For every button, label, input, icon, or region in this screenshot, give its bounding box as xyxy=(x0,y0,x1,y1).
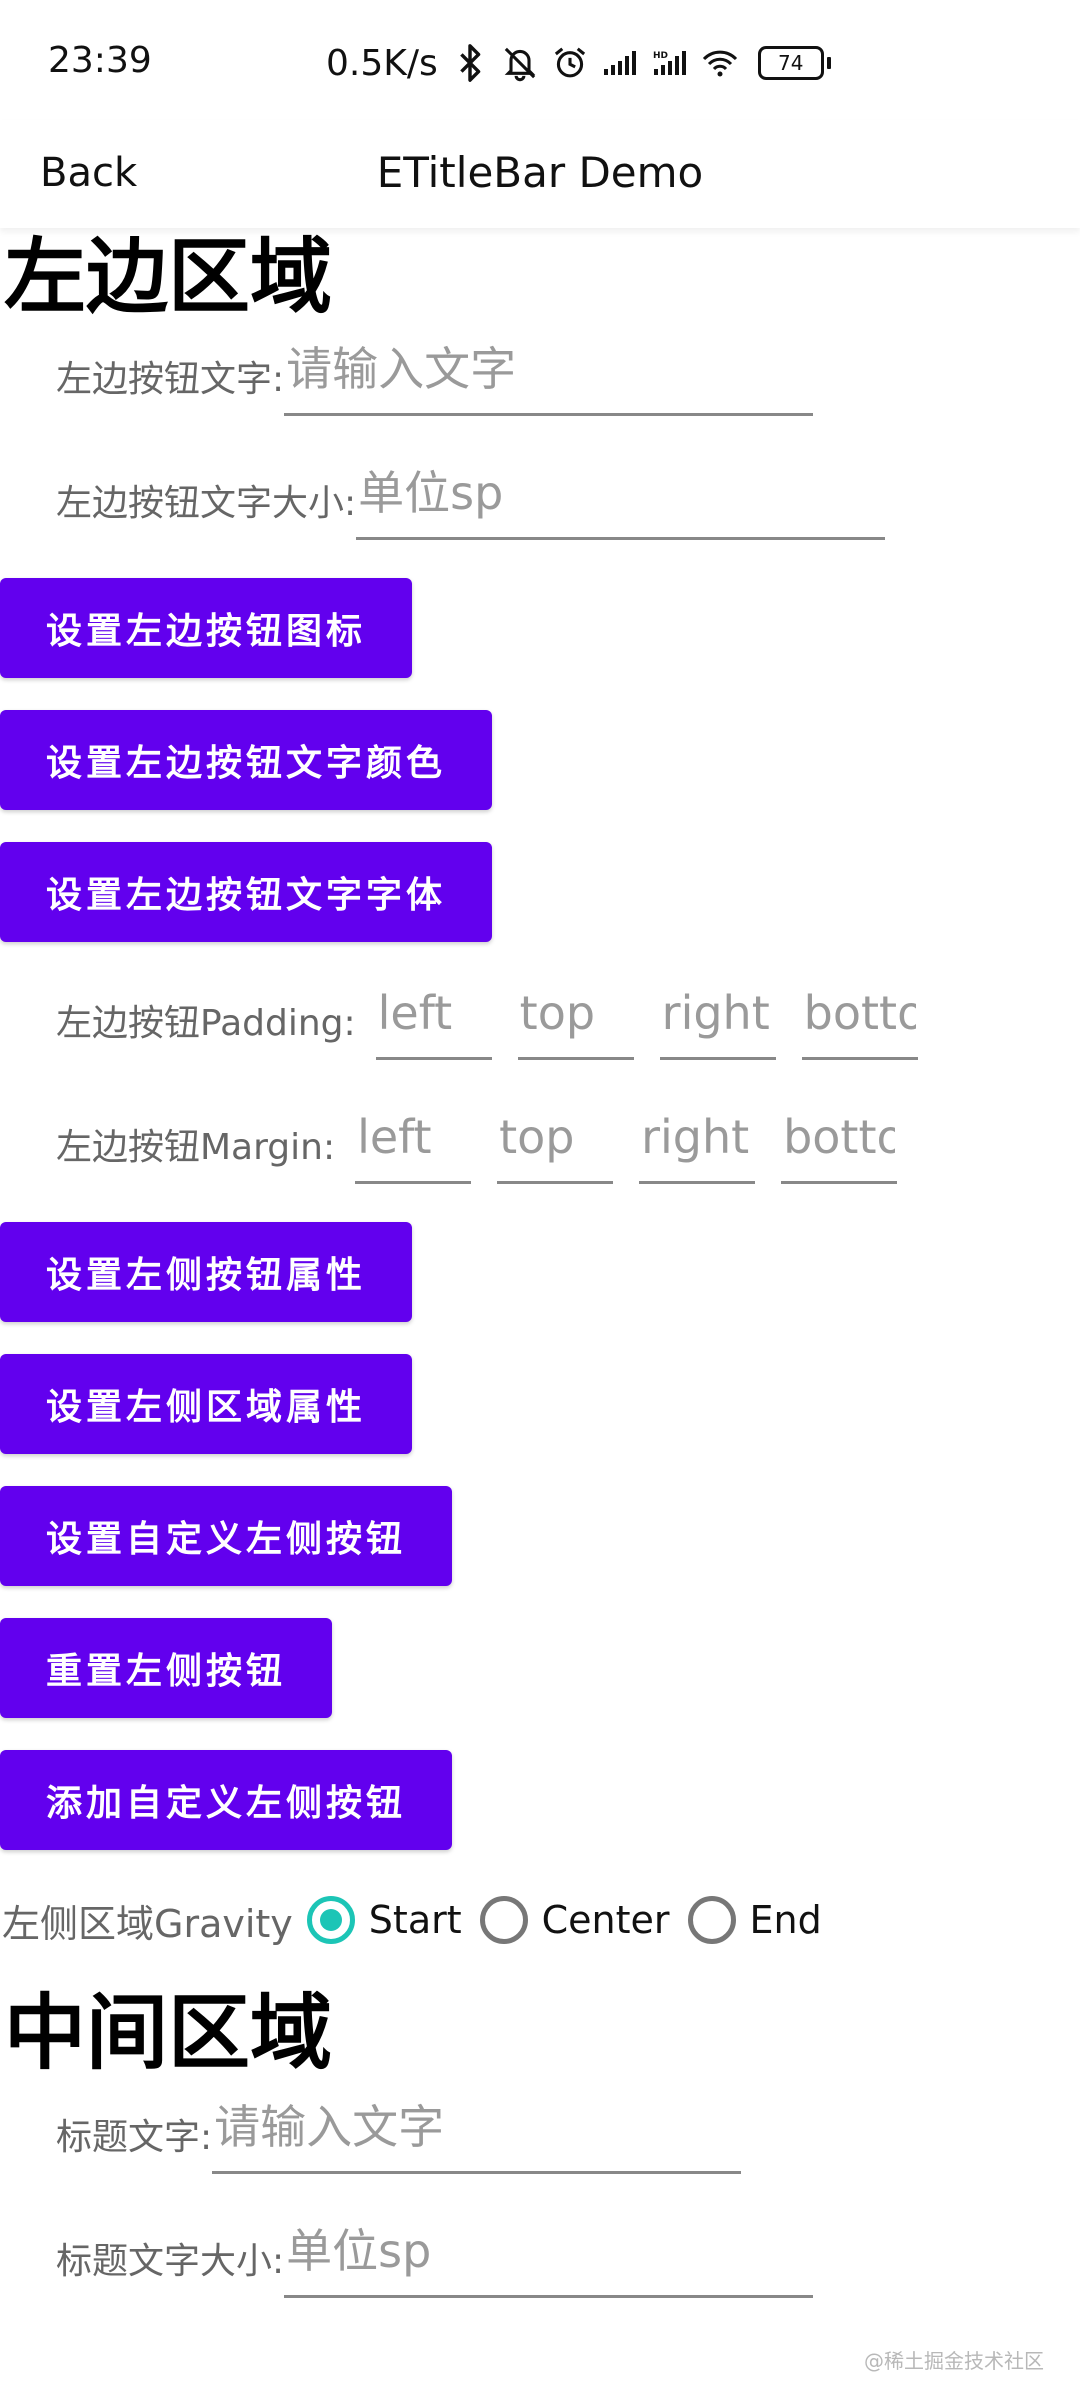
set-left-button-props-button[interactable]: 设置左侧按钮属性 xyxy=(0,1222,413,1322)
hd-signal-icon: HD xyxy=(652,43,688,83)
title-text-size-row: 标题文字大小: xyxy=(0,2182,1080,2306)
left-button-margin-label: 左边按钮Margin: xyxy=(56,1127,336,1168)
padding-right-input[interactable] xyxy=(659,979,776,1060)
left-button-text-size-input[interactable] xyxy=(356,459,886,540)
padding-bottom-input[interactable] xyxy=(801,979,918,1060)
title-text-label: 标题文字: xyxy=(56,2117,213,2158)
add-custom-left-button-button[interactable]: 添加自定义左侧按钮 xyxy=(0,1750,453,1850)
left-button-text-size-label: 左边按钮文字大小: xyxy=(56,483,357,524)
set-left-button-icon-button[interactable]: 设置左边按钮图标 xyxy=(0,578,413,678)
set-custom-left-button-button[interactable]: 设置自定义左侧按钮 xyxy=(0,1486,453,1586)
reset-left-button-button[interactable]: 重置左侧按钮 xyxy=(0,1618,333,1718)
page-title: ETitleBar Demo xyxy=(376,148,704,197)
left-gravity-label: 左侧区域Gravity xyxy=(2,1901,293,1946)
left-button-text-size-row: 左边按钮文字大小: xyxy=(0,424,1080,548)
left-gravity-radio-group: 左侧区域Gravity Start Center End xyxy=(0,1870,1080,1970)
title-bar: Back ETitleBar Demo xyxy=(0,120,1080,228)
battery-level: 74 xyxy=(757,46,824,80)
radio-unchecked-icon[interactable] xyxy=(479,1896,528,1944)
set-left-button-text-font-button[interactable]: 设置左边按钮文字字体 xyxy=(0,842,493,942)
network-speed: 0.5K/s xyxy=(326,42,438,84)
radio-unchecked-icon[interactable] xyxy=(687,1896,736,1944)
title-text-size-label: 标题文字大小: xyxy=(56,2241,285,2282)
margin-bottom-input[interactable] xyxy=(781,1103,898,1184)
content-scroll[interactable]: 左边区域 左边按钮文字: 左边按钮文字大小: 设置左边按钮图标 设置左边按钮文字… xyxy=(0,228,1080,2306)
signal-icon xyxy=(602,43,638,83)
left-button-text-label: 左边按钮文字: xyxy=(56,359,285,400)
title-text-size-input[interactable] xyxy=(284,2217,814,2298)
set-left-area-props-button[interactable]: 设置左侧区域属性 xyxy=(0,1354,413,1454)
left-button-padding-row: 左边按钮Padding: xyxy=(0,942,1080,1068)
left-button-text-row: 左边按钮文字: xyxy=(0,328,1080,424)
watermark: @稀土掘金技术社区 xyxy=(864,2349,1044,2373)
gravity-center-label: Center xyxy=(541,1898,670,1942)
gravity-start-label: Start xyxy=(368,1898,462,1942)
margin-top-input[interactable] xyxy=(497,1103,614,1184)
status-time: 23:39 xyxy=(48,40,152,81)
gravity-end-label: End xyxy=(749,1898,822,1942)
gravity-end-radio[interactable]: End xyxy=(687,1896,822,1944)
svg-text:HD: HD xyxy=(653,51,668,61)
middle-section-title: 中间区域 xyxy=(4,1986,333,2081)
bluetooth-icon xyxy=(452,43,488,83)
padding-top-input[interactable] xyxy=(517,979,634,1060)
title-text-row: 标题文字: xyxy=(0,2084,1080,2182)
radio-checked-icon[interactable] xyxy=(306,1896,355,1944)
left-button-text-input[interactable] xyxy=(284,335,814,416)
status-bar: 23:39 0.5K/s HD 74 xyxy=(0,0,1080,120)
left-section-title: 左边区域 xyxy=(4,230,333,325)
gravity-start-radio[interactable]: Start xyxy=(306,1896,462,1944)
status-icons: 0.5K/s HD 74 xyxy=(326,38,831,88)
left-button-margin-row: 左边按钮Margin: xyxy=(0,1068,1080,1192)
margin-left-input[interactable] xyxy=(355,1103,472,1184)
wifi-icon xyxy=(702,43,738,83)
title-text-input[interactable] xyxy=(212,2093,742,2174)
left-button-padding-label: 左边按钮Padding: xyxy=(56,1003,356,1044)
gravity-center-radio[interactable]: Center xyxy=(479,1896,670,1944)
padding-left-input[interactable] xyxy=(375,979,492,1060)
mute-bell-icon xyxy=(502,43,538,83)
set-left-button-text-color-button[interactable]: 设置左边按钮文字颜色 xyxy=(0,710,493,810)
margin-right-input[interactable] xyxy=(639,1103,756,1184)
alarm-icon xyxy=(552,43,588,83)
battery-icon: 74 xyxy=(757,46,831,80)
